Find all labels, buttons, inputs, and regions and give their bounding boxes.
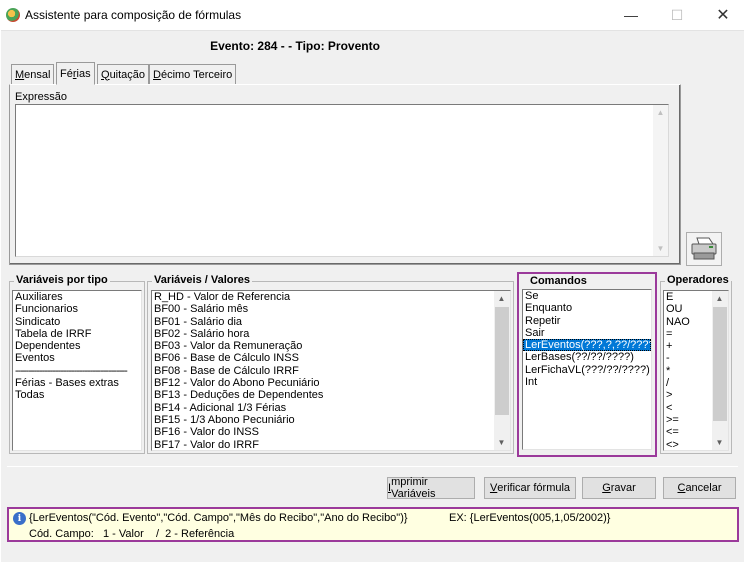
tab-label-pre: Fé xyxy=(60,67,73,80)
list-item[interactable]: Funcionarios xyxy=(13,303,141,315)
variaveis-scrollbar[interactable]: ▲ ▼ xyxy=(494,291,510,450)
tab-label: écimo Terceiro xyxy=(160,68,233,81)
list-item[interactable]: BF12 - Valor do Abono Pecuniário xyxy=(152,377,510,389)
verificar-formula-button[interactable]: Verificar fórmula xyxy=(484,477,576,499)
imprimir-variaveis-button[interactable]: Imprimir Variáveis xyxy=(387,476,475,500)
app-icon xyxy=(6,8,20,22)
list-item[interactable]: Repetir xyxy=(523,315,651,327)
button-accel: C xyxy=(677,482,686,494)
group-variaveis-por-tipo: Variáveis por tipo Auxiliares Funcionari… xyxy=(9,274,145,454)
list-item[interactable]: R_HD - Valor de Referencia xyxy=(152,291,510,303)
event-header: Evento: 284 - - Tipo: Provento xyxy=(0,39,590,53)
tab-label: ias xyxy=(76,67,91,80)
tab-quitacao[interactable]: Quitação xyxy=(97,64,150,84)
list-item[interactable]: LerFichaVL(???/??/????) xyxy=(523,364,651,376)
group-title: Operadores xyxy=(665,274,731,286)
scroll-thumb[interactable] xyxy=(495,307,509,415)
list-item[interactable]: Férias - Bases extras xyxy=(13,377,141,389)
maximize-button[interactable]: ☐ xyxy=(654,0,700,30)
group-variaveis-valores: Variáveis / Valores R_HD - Valor de Refe… xyxy=(147,274,514,454)
info-icon: i xyxy=(13,512,26,525)
group-operadores: Operadores E OU NAO = + - * / > < >= <= … xyxy=(660,274,732,454)
group-title: Comandos xyxy=(528,275,589,287)
scroll-down-icon[interactable]: ▼ xyxy=(653,241,668,256)
divider xyxy=(7,466,738,467)
tab-decimo-terceiro[interactable]: Décimo Terceiro xyxy=(149,64,237,84)
tipo-listbox[interactable]: Auxiliares Funcionarios Sindicato Tabela… xyxy=(12,290,142,451)
comandos-listbox[interactable]: Se Enquanto Repetir Sair LerEventos(???,… xyxy=(522,289,652,450)
list-item[interactable]: Se xyxy=(523,290,651,302)
tipo-label: - Tipo: xyxy=(288,39,325,53)
list-separator: ----------------------------------------… xyxy=(15,364,128,377)
scroll-up-icon[interactable]: ▲ xyxy=(494,291,509,306)
cancelar-button[interactable]: Cancelar xyxy=(663,477,736,499)
printer-icon xyxy=(691,237,717,260)
list-item[interactable]: Sair xyxy=(523,327,651,339)
list-item[interactable]: BF02 - Salário hora xyxy=(152,328,510,340)
tab-accel: D xyxy=(153,68,161,81)
list-item[interactable]: Int xyxy=(523,376,651,388)
scroll-down-icon[interactable]: ▼ xyxy=(494,435,509,450)
list-item[interactable]: Dependentes xyxy=(13,340,141,352)
list-item[interactable]: Sindicato xyxy=(13,316,141,328)
list-item[interactable]: BF03 - Valor da Remuneração xyxy=(152,340,510,352)
expression-label: Expressão xyxy=(15,91,67,103)
list-item[interactable]: Eventos xyxy=(13,352,141,364)
hint-example: EX: {LerEventos(005,1,05/2002)} xyxy=(449,512,611,524)
hint-syntax: {LerEventos("Cód. Evento","Cód. Campo","… xyxy=(29,512,408,524)
scroll-up-icon[interactable]: ▲ xyxy=(712,291,727,306)
list-item[interactable]: Tabela de IRRF xyxy=(13,328,141,340)
list-item[interactable]: LerBases(??/??/????) xyxy=(523,351,651,363)
tab-mensal[interactable]: Mensal xyxy=(11,64,55,84)
group-comandos: Comandos Se Enquanto Repetir Sair LerEve… xyxy=(517,272,657,457)
event-label: Evento: xyxy=(210,39,255,53)
button-accel: G xyxy=(602,482,611,494)
hint-box: i {LerEventos("Cód. Evento","Cód. Campo"… xyxy=(7,507,739,542)
group-title: Variáveis / Valores xyxy=(152,274,253,286)
list-item[interactable]: Enquanto xyxy=(523,302,651,314)
tab-ferias[interactable]: Fé r ias xyxy=(56,62,95,85)
list-item[interactable]: BF06 - Base de Cálculo INSS xyxy=(152,352,510,364)
button-label: ancelar xyxy=(685,482,722,494)
button-accel: V xyxy=(489,482,498,494)
event-number: 284 - xyxy=(257,39,285,53)
list-item[interactable]: BF00 - Salário mês xyxy=(152,303,510,315)
tab-label: ensal xyxy=(24,68,51,81)
list-item[interactable]: Todas xyxy=(13,389,141,401)
hint-campo: Cód. Campo: 1 - Valor / 2 - Referência xyxy=(29,528,235,540)
scroll-down-icon[interactable]: ▼ xyxy=(712,435,727,450)
print-button[interactable] xyxy=(686,232,722,266)
button-label: mprimir Variáveis xyxy=(391,476,436,500)
button-label: erificar fórmula xyxy=(497,482,571,494)
list-item[interactable]: Auxiliares xyxy=(13,291,141,303)
scroll-up-icon[interactable]: ▲ xyxy=(653,105,668,120)
tab-accel: Q xyxy=(101,68,110,81)
list-item[interactable]: BF15 - 1/3 Abono Pecuniário xyxy=(152,414,510,426)
close-button[interactable]: ✕ xyxy=(700,0,746,30)
list-item[interactable]: BF16 - Valor do INSS xyxy=(152,426,510,438)
variaveis-listbox[interactable]: R_HD - Valor de Referencia BF00 - Salári… xyxy=(151,290,511,451)
list-item[interactable]: BF13 - Deduções de Dependentes xyxy=(152,389,510,401)
tab-accel: M xyxy=(15,68,25,81)
list-item[interactable]: BF01 - Salário dia xyxy=(152,316,510,328)
operadores-scrollbar[interactable]: ▲ ▼ xyxy=(712,291,728,450)
gravar-button[interactable]: Gravar xyxy=(582,477,656,499)
button-label: ravar xyxy=(610,482,636,494)
operadores-listbox[interactable]: E OU NAO = + - * / > < >= <= <> ▲ ▼ xyxy=(663,290,729,451)
group-title: Variáveis por tipo xyxy=(14,274,110,286)
window-title: Assistente para composição de fórmulas xyxy=(25,8,242,22)
list-item[interactable]: BF14 - Adicional 1/3 Férias xyxy=(152,402,510,414)
scroll-thumb[interactable] xyxy=(713,307,727,421)
expression-textarea[interactable] xyxy=(15,104,669,257)
expression-scrollbar[interactable]: ▲ ▼ xyxy=(653,105,668,256)
tab-label: uitação xyxy=(109,68,146,81)
list-item[interactable]: BF08 - Base de Cálculo IRRF xyxy=(152,365,510,377)
event-tipo: Provento xyxy=(327,39,380,53)
list-item[interactable]: BF17 - Valor do IRRF xyxy=(152,439,510,450)
minimize-button[interactable]: — xyxy=(608,0,654,30)
list-item-selected[interactable]: LerEventos(???,?,??/????) xyxy=(523,339,651,352)
